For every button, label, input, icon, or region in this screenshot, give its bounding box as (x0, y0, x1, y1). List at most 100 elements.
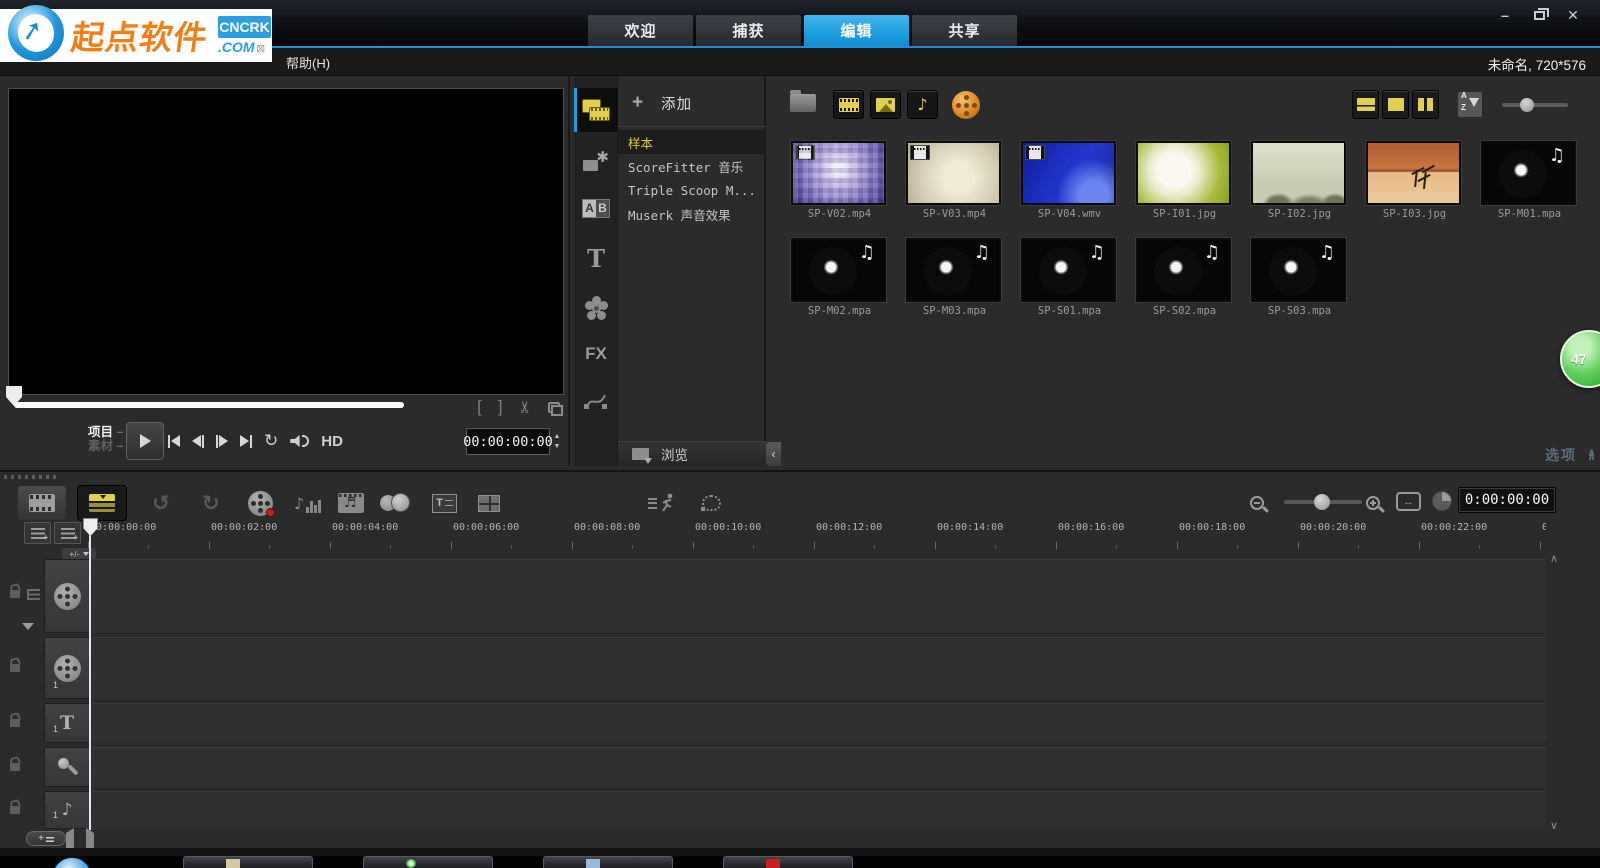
subtitle-editor-button[interactable]: T (432, 488, 457, 518)
media-item[interactable]: SP-M02.mpa (782, 231, 897, 328)
menu-help[interactable]: 帮助(H) (286, 53, 330, 72)
project-duration-icon[interactable] (1432, 491, 1452, 511)
split-screen-template-button[interactable] (478, 488, 500, 518)
taskbar-item[interactable] (723, 856, 853, 868)
track-content-video-track[interactable] (90, 559, 1546, 633)
sound-mixer-button[interactable]: ♪ (294, 488, 321, 518)
slider-thumb[interactable] (1520, 98, 1534, 112)
media-item[interactable]: SP-V04.wmv (1012, 134, 1127, 231)
mark-out-button[interactable]: ] (498, 397, 503, 417)
mix-clips-button[interactable] (380, 488, 410, 518)
timecode-spinner[interactable]: ▲▼ (551, 428, 563, 455)
nav-filter-button[interactable]: FX (574, 332, 618, 376)
track-list-icon[interactable] (27, 589, 40, 600)
taskbar-item[interactable] (543, 856, 673, 868)
tab-edit[interactable]: 编辑 (804, 15, 909, 46)
source-clip-label[interactable]: 素材 – (88, 439, 123, 453)
track-manager-alt-button[interactable]: + (54, 522, 81, 544)
taskbar-item[interactable] (363, 856, 493, 868)
zoom-out-button[interactable] (1250, 488, 1264, 518)
collapse-panel-button[interactable]: ‹ (766, 442, 781, 466)
lock-icon[interactable] (10, 806, 20, 814)
enlarge-preview-icon[interactable] (548, 402, 560, 413)
source-project-label[interactable]: 项目 – (88, 425, 123, 439)
redo-button[interactable]: ↻ (202, 488, 220, 518)
tab-capture[interactable]: 捕获 (696, 15, 801, 46)
timeline-vertical-scrollbar[interactable]: ∧∨ (1548, 552, 1562, 832)
go-to-start-button[interactable] (168, 435, 180, 448)
timeline-timecode[interactable]: 0:00:00:00 (1458, 487, 1556, 513)
close-button[interactable]: ✕ (1564, 6, 1582, 24)
record-capture-button[interactable] (248, 488, 273, 518)
repeat-button[interactable]: ↻ (264, 431, 278, 451)
panel-grip[interactable] (4, 475, 60, 479)
nav-title-button[interactable]: T (574, 236, 618, 280)
auto-music-button[interactable] (338, 488, 364, 518)
play-button[interactable] (126, 422, 164, 460)
taskbar-item[interactable] (183, 856, 313, 868)
track-header-video-track[interactable] (44, 559, 90, 633)
thumbnail-size-slider[interactable] (1502, 103, 1568, 107)
track-header-music-track[interactable]: ♪1 (44, 791, 90, 829)
volume-button[interactable] (290, 435, 309, 447)
track-header-overlay-track[interactable]: 1 (44, 637, 90, 699)
minimize-button[interactable]: – (1496, 6, 1514, 24)
motion-reel-icon[interactable] (952, 91, 980, 119)
split-clip-icon[interactable]: ✂ (515, 400, 535, 413)
show-videos-button[interactable] (833, 90, 864, 119)
add-category-button[interactable]: + 添加 (618, 86, 766, 120)
sort-button[interactable]: AZ (1458, 92, 1482, 117)
show-audio-button[interactable]: ♪ (907, 90, 938, 119)
track-content-music-track[interactable] (90, 791, 1546, 829)
tab-welcome[interactable]: 欢迎 (588, 15, 693, 46)
category-item[interactable]: 样本 (618, 130, 766, 154)
nav-motion-path-button[interactable] (574, 378, 618, 422)
media-item[interactable]: SP-I03.jpg (1357, 134, 1472, 231)
lock-icon[interactable] (10, 763, 20, 771)
view-banner-button[interactable] (1352, 90, 1379, 119)
nav-graphic-button[interactable] (574, 286, 618, 330)
track-expand-caret[interactable] (22, 623, 34, 630)
media-item[interactable]: SP-S01.mpa (1012, 231, 1127, 328)
mark-in-button[interactable]: [ (477, 397, 482, 417)
tab-share[interactable]: 共享 (912, 15, 1017, 46)
options-button[interactable]: 选项 ∧∧ (1470, 444, 1600, 466)
category-item[interactable]: Triple Scoop M... (618, 178, 766, 202)
zoom-slider-thumb[interactable] (1314, 494, 1330, 510)
timeline-view-button[interactable] (78, 486, 126, 520)
preview-screen[interactable] (8, 88, 564, 395)
category-item[interactable]: Muserk 声音效果 (618, 202, 766, 226)
timeline-zoom-slider[interactable] (1284, 500, 1362, 504)
category-item[interactable]: ScoreFitter 音乐 (618, 154, 766, 178)
track-manager-button[interactable]: + (24, 522, 51, 544)
storyboard-view-button[interactable] (18, 486, 66, 520)
media-item[interactable]: SP-V02.mp4 (782, 134, 897, 231)
zoom-in-button[interactable] (1366, 488, 1380, 518)
media-item[interactable]: SP-S03.mpa (1242, 231, 1357, 328)
nav-media-button[interactable] (574, 88, 618, 132)
nav-transition-button[interactable]: AB (574, 186, 618, 230)
media-item[interactable]: SP-M03.mpa (897, 231, 1012, 328)
hd-preview-button[interactable]: HD (321, 433, 343, 450)
preview-timecode[interactable]: 00:00:00:00 (466, 428, 550, 455)
lock-icon[interactable] (10, 664, 20, 672)
previous-frame-button[interactable] (192, 435, 204, 448)
timeline-ruler[interactable]: 00:00:00:0000:00:02:0000:00:04:0000:00:0… (84, 520, 1546, 550)
scrubber-bar[interactable] (14, 402, 404, 408)
media-item[interactable]: SP-M01.mpa (1472, 134, 1587, 231)
restore-button[interactable] (1530, 6, 1548, 24)
track-content-voice-track[interactable] (90, 747, 1546, 787)
view-list-button[interactable] (1382, 90, 1409, 119)
import-folder-icon[interactable] (790, 94, 816, 112)
go-to-end-button[interactable] (240, 435, 252, 448)
media-item[interactable]: SP-S02.mpa (1127, 231, 1242, 328)
add-track-button[interactable]: + (26, 831, 66, 846)
start-button[interactable] (52, 857, 92, 868)
track-content-title-track[interactable] (90, 703, 1546, 743)
nav-instant-project-button[interactable] (574, 140, 618, 184)
lock-icon[interactable] (10, 719, 20, 727)
fit-project-button[interactable]: ↔ (1396, 492, 1421, 511)
motion-tracking-button[interactable] (648, 488, 675, 518)
track-content-overlay-track[interactable] (90, 637, 1546, 699)
media-item[interactable]: SP-I01.jpg (1127, 134, 1242, 231)
